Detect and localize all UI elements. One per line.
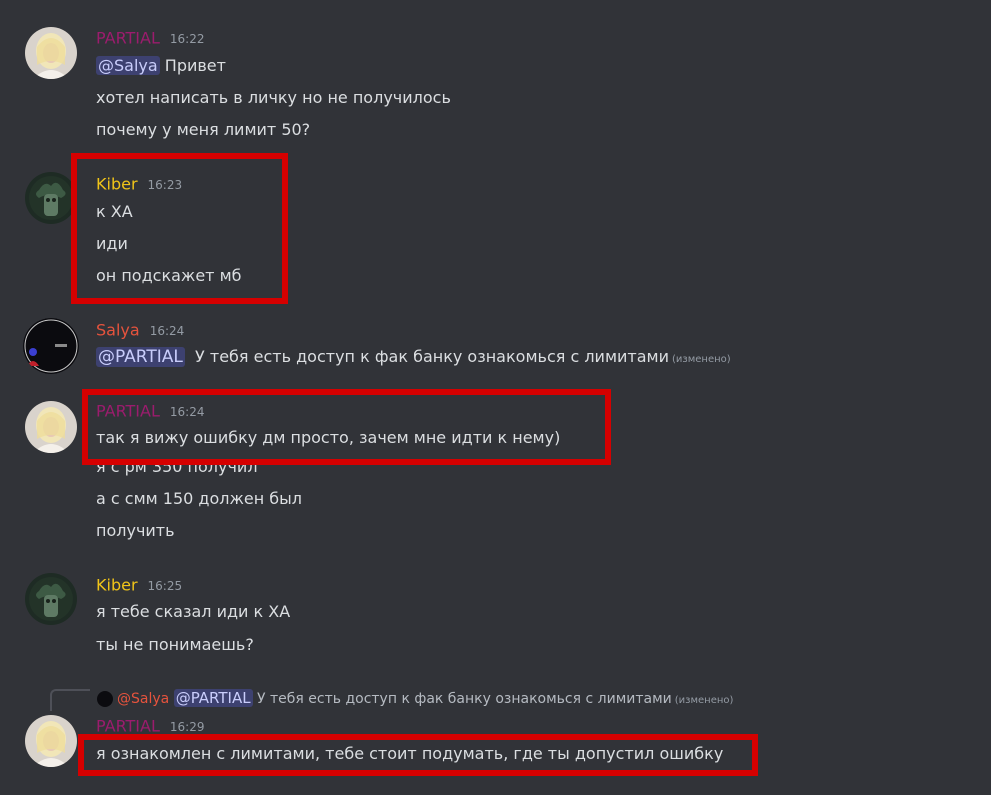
message-line: @Salya Привет bbox=[96, 55, 226, 77]
message-line: получить bbox=[96, 521, 175, 540]
chat-messages: PARTIAL 16:22 @Salya Привет хотел написат… bbox=[0, 0, 991, 795]
username[interactable]: PARTIAL bbox=[96, 402, 160, 421]
message-header: PARTIAL 16:22 bbox=[96, 28, 204, 50]
timestamp[interactable]: 16:24 bbox=[150, 324, 185, 338]
timestamp[interactable]: 16:25 bbox=[148, 579, 183, 593]
message-line: а с смм 150 должен был bbox=[96, 489, 303, 508]
message-line: я с рм 350 получил bbox=[96, 457, 258, 476]
message-line: я ознакомлен с лимитами, тебе стоит поду… bbox=[96, 744, 724, 763]
message-line: я тебе сказал иди к ХА bbox=[96, 602, 291, 621]
avatar-salya[interactable] bbox=[23, 318, 79, 374]
message-text: Привет bbox=[164, 56, 226, 75]
message-header: Salya 16:24 bbox=[96, 320, 184, 342]
edited-label: (изменено) bbox=[674, 695, 734, 706]
mention[interactable]: @Salya bbox=[96, 56, 160, 75]
avatar-partial[interactable] bbox=[25, 715, 77, 767]
message-line: @PARTIAL У тебя есть доступ к фак банку … bbox=[96, 346, 731, 371]
username[interactable]: Kiber bbox=[96, 576, 138, 595]
avatar-partial[interactable] bbox=[25, 27, 77, 79]
message-header: Kiber 16:25 bbox=[96, 575, 182, 597]
avatar-kiber[interactable] bbox=[25, 573, 77, 625]
message-header: PARTIAL 16:29 bbox=[96, 716, 204, 738]
avatar-partial[interactable] bbox=[25, 401, 77, 453]
username[interactable]: Salya bbox=[96, 321, 140, 340]
message-line: почему у меня лимит 50? bbox=[96, 120, 311, 139]
username[interactable]: PARTIAL bbox=[96, 717, 160, 736]
mention[interactable]: @PARTIAL bbox=[96, 347, 185, 367]
edited-label: (изменено) bbox=[672, 354, 731, 365]
message-line: к ХА bbox=[96, 202, 133, 221]
message-header: Kiber 16:23 bbox=[96, 174, 182, 196]
reply-preview[interactable]: @Salya @PARTIAL У тебя есть доступ к фак… bbox=[97, 687, 733, 709]
username[interactable]: Kiber bbox=[96, 175, 138, 194]
message-text: У тебя есть доступ к фак банку ознакомьс… bbox=[195, 347, 670, 366]
reply-avatar bbox=[97, 691, 113, 707]
mention[interactable]: @PARTIAL bbox=[173, 689, 253, 707]
timestamp[interactable]: 16:23 bbox=[148, 178, 183, 192]
message-line: иди bbox=[96, 234, 128, 253]
message-line: он подскажет мб bbox=[96, 266, 242, 285]
timestamp[interactable]: 16:29 bbox=[170, 720, 205, 734]
timestamp[interactable]: 16:24 bbox=[170, 405, 205, 419]
timestamp[interactable]: 16:22 bbox=[170, 32, 205, 46]
avatar-kiber[interactable] bbox=[25, 172, 77, 224]
message-line: ты не понимаешь? bbox=[96, 635, 254, 654]
reply-text: У тебя есть доступ к фак банку ознакомьс… bbox=[257, 691, 672, 707]
reply-spine bbox=[50, 689, 90, 711]
username[interactable]: PARTIAL bbox=[96, 29, 160, 48]
message-line: хотел написать в личку но не получилось bbox=[96, 88, 451, 107]
message-header: PARTIAL 16:24 bbox=[96, 401, 204, 423]
reply-username[interactable]: @Salya bbox=[117, 691, 169, 707]
message-line: так я вижу ошибку дм просто, зачем мне и… bbox=[96, 428, 561, 447]
